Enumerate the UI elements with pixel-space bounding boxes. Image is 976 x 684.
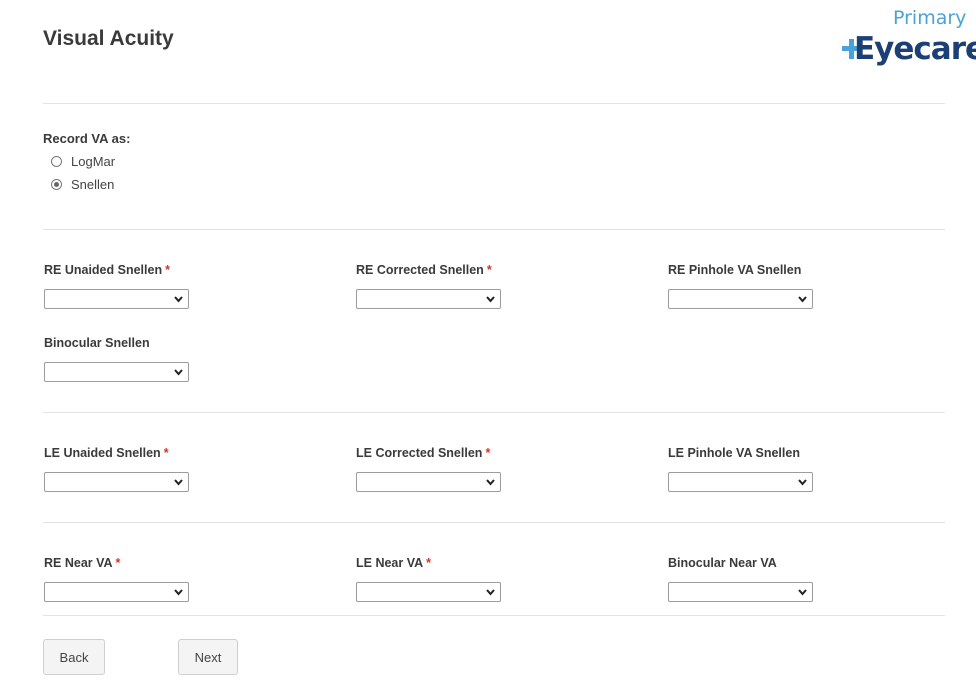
- radio-logmar[interactable]: LogMar: [51, 152, 115, 170]
- required-marker: *: [485, 446, 491, 460]
- required-marker: *: [426, 556, 432, 570]
- le-near-select[interactable]: [356, 582, 501, 602]
- le-unaided-select[interactable]: [44, 472, 189, 492]
- divider: [43, 522, 945, 523]
- logo-top-text: Primary: [893, 7, 967, 29]
- chevron-down-icon: [798, 589, 807, 596]
- next-button[interactable]: Next: [178, 639, 238, 675]
- le-near-label: LE Near VA *: [356, 556, 432, 570]
- primary-eyecare-logo: Primary Eyecare: [838, 7, 976, 69]
- required-marker: *: [165, 263, 170, 277]
- le-corrected-label: LE Corrected Snellen *: [356, 446, 491, 460]
- le-pinhole-label: LE Pinhole VA Snellen: [668, 446, 800, 460]
- re-unaided-label: RE Unaided Snellen *: [44, 263, 170, 277]
- chevron-down-icon: [486, 479, 495, 486]
- binocular-select[interactable]: [44, 362, 189, 382]
- chevron-down-icon: [174, 296, 183, 303]
- divider: [43, 229, 945, 230]
- chevron-down-icon: [798, 479, 807, 486]
- radio-button[interactable]: [51, 178, 62, 190]
- re-corrected-select[interactable]: [356, 289, 501, 309]
- divider: [43, 615, 945, 616]
- chevron-down-icon: [798, 296, 807, 303]
- back-button[interactable]: Back: [43, 639, 105, 675]
- le-unaided-label: LE Unaided Snellen *: [44, 446, 169, 460]
- chevron-down-icon: [174, 479, 183, 486]
- chevron-down-icon: [486, 296, 495, 303]
- logo-bottom-text: Eyecare: [854, 31, 976, 67]
- binocular-label: Binocular Snellen: [44, 336, 150, 350]
- re-near-label: RE Near VA *: [44, 556, 121, 570]
- chevron-down-icon: [486, 589, 495, 596]
- required-marker: *: [115, 556, 121, 570]
- re-near-select[interactable]: [44, 582, 189, 602]
- radio-button[interactable]: [51, 155, 62, 167]
- record-va-label: Record VA as:: [43, 131, 131, 146]
- le-pinhole-select[interactable]: [668, 472, 813, 492]
- required-marker: *: [486, 263, 492, 277]
- page-title: Visual Acuity: [43, 27, 174, 50]
- radio-label: LogMar: [71, 153, 116, 169]
- required-marker: *: [163, 446, 169, 460]
- le-corrected-select[interactable]: [356, 472, 501, 492]
- binocular-near-label: Binocular Near VA: [668, 556, 777, 570]
- re-pinhole-label: RE Pinhole VA Snellen: [668, 263, 802, 277]
- re-unaided-select[interactable]: [44, 289, 189, 309]
- radio-label: Snellen: [71, 176, 115, 192]
- radio-snellen[interactable]: Snellen: [51, 175, 114, 193]
- chevron-down-icon: [174, 589, 183, 596]
- divider: [43, 103, 945, 104]
- binocular-near-select[interactable]: [668, 582, 813, 602]
- re-pinhole-select[interactable]: [668, 289, 813, 309]
- chevron-down-icon: [174, 369, 183, 376]
- divider: [43, 412, 945, 413]
- re-corrected-label: RE Corrected Snellen *: [356, 263, 492, 277]
